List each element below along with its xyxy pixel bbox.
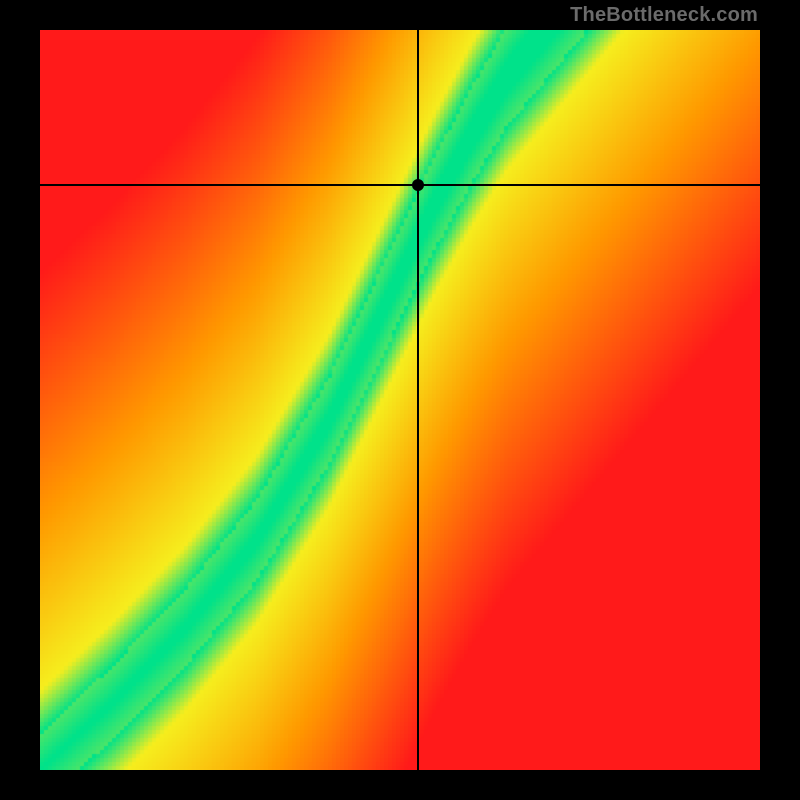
marker-point (412, 179, 424, 191)
crosshair-horizontal (40, 184, 760, 186)
heatmap-plot (40, 30, 760, 770)
heatmap-canvas (40, 30, 760, 770)
crosshair-vertical (417, 30, 419, 770)
watermark-text: TheBottleneck.com (570, 4, 758, 27)
chart-frame: TheBottleneck.com (0, 0, 800, 800)
